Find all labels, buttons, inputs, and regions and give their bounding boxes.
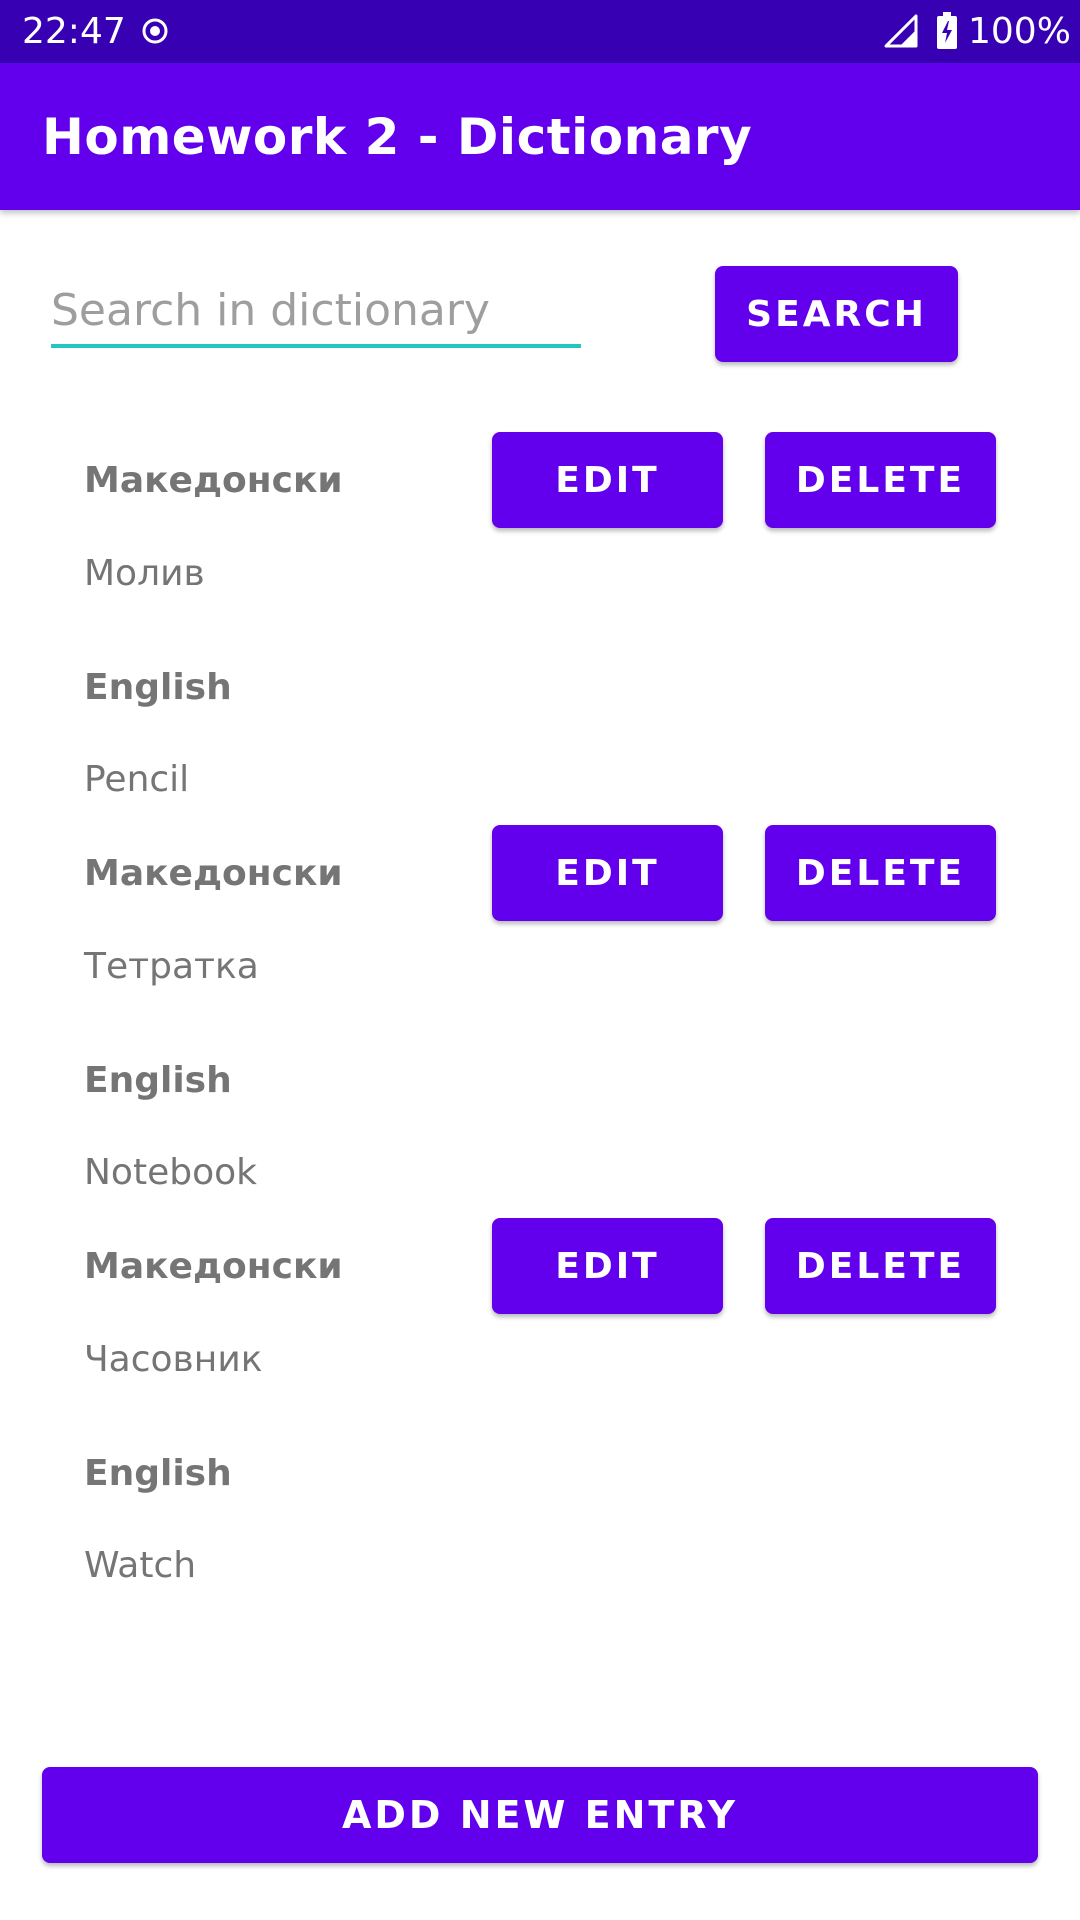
- dictionary-entry: Македонски Часовник English Watch EDIT D…: [0, 786, 1080, 1586]
- dictionary-entry: Македонски Молив English Pencil EDIT DEL…: [0, 0, 1080, 800]
- delete-button[interactable]: DELETE: [765, 1218, 996, 1314]
- add-new-entry-button[interactable]: ADD NEW ENTRY: [42, 1767, 1038, 1863]
- edit-button[interactable]: EDIT: [492, 1218, 723, 1314]
- macedonian-label: Македонски: [84, 1246, 343, 1287]
- english-word: Watch: [84, 1545, 197, 1586]
- macedonian-word: Часовник: [84, 1339, 263, 1380]
- english-label: English: [84, 1453, 232, 1494]
- dictionary-entry: Македонски Тетратка English Notebook EDI…: [0, 393, 1080, 1193]
